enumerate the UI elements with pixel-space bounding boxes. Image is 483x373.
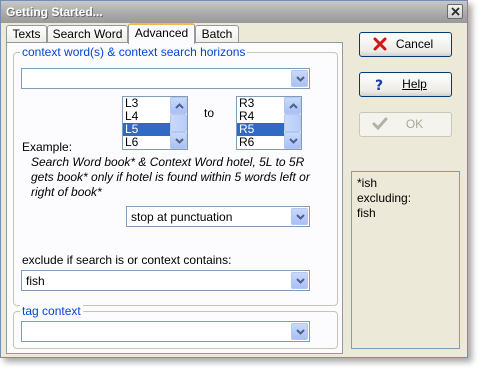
summary-line: excluding: [357,191,412,205]
chevron-down-icon [296,278,305,284]
cancel-button-label: Cancel [395,37,434,51]
scroll-thumb[interactable] [170,114,187,132]
tab-batch-label: Batch [201,27,233,41]
right-list-scrollbar[interactable] [284,97,301,149]
scroll-up-button[interactable] [170,97,187,114]
exclude-value: fish [26,274,45,288]
tab-advanced-label: Advanced [134,26,189,40]
window-title: Getting Started... [6,5,103,19]
scroll-down-button[interactable] [284,132,301,149]
tab-texts-label: Texts [12,27,41,41]
list-item-l6[interactable]: L6 [123,136,170,149]
help-button[interactable]: ? Help [359,72,452,97]
tab-texts[interactable]: Texts [6,25,47,43]
cancel-button[interactable]: Cancel [359,32,452,57]
exclude-dropdown-button[interactable] [291,272,308,289]
ok-button-label: OK [405,117,424,131]
left-list-scrollbar[interactable] [170,97,187,149]
chevron-up-icon [289,103,298,109]
summary-line: fish [357,206,376,220]
context-group-title: context word(s) & context search horizon… [20,45,248,59]
context-word-combo[interactable] [21,68,310,89]
close-icon [451,7,460,16]
exclude-label: exclude if search is or context contains… [22,253,232,267]
scroll-thumb[interactable] [284,114,301,132]
example-label: Example: [22,140,73,154]
list-item-r6[interactable]: R6 [237,136,284,149]
chevron-down-icon [296,214,305,220]
chevron-up-icon [175,103,184,109]
context-word-dropdown-button[interactable] [291,70,308,87]
title-bar: Getting Started... [1,1,467,23]
right-horizon-list[interactable]: R3 R4 R5 R6 [236,96,302,150]
chevron-down-icon [296,76,305,82]
tab-advanced[interactable]: Advanced [128,23,195,44]
getting-started-dialog: Getting Started... Texts Search Word Adv… [0,0,468,358]
example-text: Search Word book* & Context Word hotel, … [31,155,310,199]
ok-button[interactable]: OK [359,112,452,137]
chevron-down-icon [296,329,305,335]
tab-batch[interactable]: Batch [195,25,239,43]
tag-context-dropdown-button[interactable] [291,323,308,340]
context-group: context word(s) & context search horizon… [13,45,338,306]
tab-search-word[interactable]: Search Word [47,25,128,43]
stop-mode-combo[interactable]: stop at punctuation [126,206,310,227]
to-label: to [204,106,215,120]
stop-mode-value: stop at punctuation [131,210,233,224]
scroll-down-button[interactable] [170,132,187,149]
exclude-combo[interactable]: fish [21,270,310,291]
tag-context-group-title: tag context [20,304,83,318]
advanced-tab-panel: context word(s) & context search horizon… [6,42,343,354]
tag-context-group: tag context [13,304,338,349]
chevron-down-icon [175,138,184,144]
left-horizon-list[interactable]: L3 L4 L5 L6 [122,96,188,150]
help-button-label: Help [402,77,427,91]
summary-line: *ish [357,176,378,190]
tag-context-combo[interactable] [21,321,310,342]
scroll-up-button[interactable] [284,97,301,114]
search-summary-box: *ish excluding: fish [351,171,460,349]
tab-search-word-label: Search Word [52,27,123,41]
chevron-down-icon [289,138,298,144]
stop-mode-dropdown-button[interactable] [291,208,308,225]
close-button[interactable] [447,4,463,19]
